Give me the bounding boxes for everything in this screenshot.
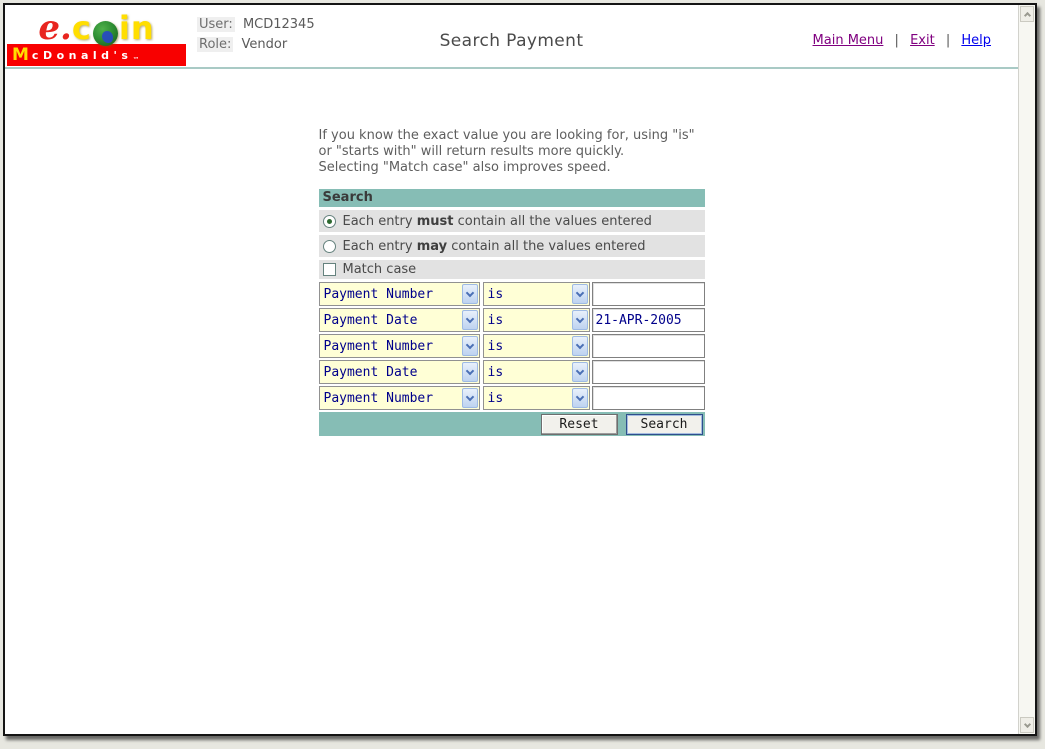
radio-must-label: Each entry must contain all the values e… <box>343 214 652 229</box>
radio-may-bold: may <box>417 239 447 254</box>
intro-text: If you know the exact value you are look… <box>319 128 705 176</box>
criteria-row: Payment Date is <box>319 308 705 332</box>
radio-may[interactable] <box>323 240 336 253</box>
field-select[interactable]: Payment Date <box>319 360 480 384</box>
scroll-up-icon[interactable] <box>1020 6 1034 22</box>
radio-must[interactable] <box>323 215 336 228</box>
help-link[interactable]: Help <box>961 33 991 48</box>
header: e.cin M cDonald's ™ User: MCD12345 Role:… <box>5 5 1018 69</box>
button-bar: Reset Search <box>319 412 705 436</box>
match-case-label: Match case <box>343 262 417 277</box>
operator-select-value: is <box>488 365 504 380</box>
operator-select-value: is <box>488 391 504 406</box>
field-select-value: Payment Number <box>324 391 434 406</box>
intro-line: Selecting "Match case" also improves spe… <box>319 160 705 176</box>
operator-select[interactable]: is <box>483 282 590 306</box>
operator-select-value: is <box>488 313 504 328</box>
operator-select-value: is <box>488 339 504 354</box>
match-case-checkbox[interactable] <box>323 263 336 276</box>
chevron-down-icon[interactable] <box>462 362 478 382</box>
value-input[interactable] <box>592 282 705 306</box>
chevron-down-icon[interactable] <box>462 336 478 356</box>
value-input[interactable] <box>592 308 705 332</box>
chevron-down-icon[interactable] <box>462 388 478 408</box>
field-select-value: Payment Date <box>324 313 418 328</box>
trademark-symbol: ™ <box>132 56 139 64</box>
option-row-may[interactable]: Each entry may contain all the values en… <box>319 235 705 257</box>
chevron-down-icon[interactable] <box>462 310 478 330</box>
intro-line: or "starts with" will return results mor… <box>319 144 705 160</box>
radio-must-suffix: contain all the values entered <box>453 214 651 229</box>
field-select[interactable]: Payment Date <box>319 308 480 332</box>
chevron-down-icon[interactable] <box>572 388 588 408</box>
chevron-down-icon[interactable] <box>572 336 588 356</box>
criteria-row: Payment Number is <box>319 282 705 306</box>
field-select-value: Payment Number <box>324 287 434 302</box>
intro-line: If you know the exact value you are look… <box>319 128 705 144</box>
field-select-value: Payment Number <box>324 339 434 354</box>
chevron-down-icon[interactable] <box>572 362 588 382</box>
nav-links: Main Menu | Exit | Help <box>813 33 991 48</box>
chevron-down-icon[interactable] <box>462 284 478 304</box>
app-window: e.cin M cDonald's ™ User: MCD12345 Role:… <box>3 3 1037 736</box>
radio-must-prefix: Each entry <box>343 214 417 229</box>
option-row-must[interactable]: Each entry must contain all the values e… <box>319 210 705 232</box>
scroll-down-icon[interactable] <box>1020 717 1034 733</box>
radio-may-suffix: contain all the values entered <box>447 239 645 254</box>
criteria-row: Payment Date is <box>319 360 705 384</box>
field-select[interactable]: Payment Number <box>319 334 480 358</box>
field-select-value: Payment Date <box>324 365 418 380</box>
operator-select[interactable]: is <box>483 334 590 358</box>
user-label: User: <box>197 17 235 32</box>
field-select[interactable]: Payment Number <box>319 386 480 410</box>
search-panel-header: Search <box>319 189 705 207</box>
link-separator: | <box>946 33 950 48</box>
value-input[interactable] <box>592 360 705 384</box>
radio-must-bold: must <box>417 214 454 229</box>
chevron-down-icon[interactable] <box>572 310 588 330</box>
value-input[interactable] <box>592 334 705 358</box>
page-body: e.cin M cDonald's ™ User: MCD12345 Role:… <box>5 5 1018 734</box>
operator-select[interactable]: is <box>483 386 590 410</box>
vertical-scrollbar[interactable] <box>1018 5 1035 734</box>
option-row-match-case[interactable]: Match case <box>319 260 705 279</box>
chevron-down-icon[interactable] <box>572 284 588 304</box>
main-menu-link[interactable]: Main Menu <box>813 33 884 48</box>
radio-may-prefix: Each entry <box>343 239 417 254</box>
value-input[interactable] <box>592 386 705 410</box>
exit-link[interactable]: Exit <box>910 33 935 48</box>
user-value: MCD12345 <box>243 17 315 32</box>
operator-select-value: is <box>488 287 504 302</box>
search-button[interactable]: Search <box>626 414 703 435</box>
link-separator: | <box>895 33 899 48</box>
operator-select[interactable]: is <box>483 360 590 384</box>
search-panel: Search Each entry must contain all the v… <box>319 189 705 436</box>
user-row: User: MCD12345 <box>197 17 315 32</box>
operator-select[interactable]: is <box>483 308 590 332</box>
search-content: If you know the exact value you are look… <box>319 128 705 436</box>
field-select[interactable]: Payment Number <box>319 282 480 306</box>
radio-may-label: Each entry may contain all the values en… <box>343 239 646 254</box>
criteria-rows: Payment Number is Payment Date <box>319 282 705 410</box>
criteria-row: Payment Number is <box>319 386 705 410</box>
criteria-row: Payment Number is <box>319 334 705 358</box>
reset-button[interactable]: Reset <box>541 414 618 435</box>
